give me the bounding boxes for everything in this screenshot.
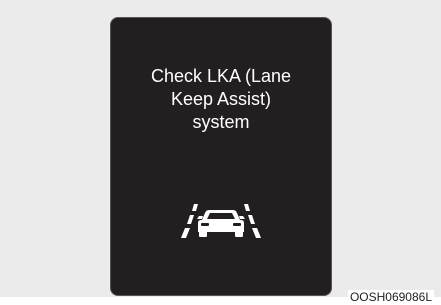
warning-message-line-1: Check LKA (Lane [150,66,292,86]
cluster-display: Check LKA (Lane Keep Assist) system [110,17,332,296]
warning-message-line-3: system [192,112,250,132]
warning-message-line-2: Keep Assist) [170,89,272,109]
image-code-label: OOSH069086L [347,290,434,304]
warning-message: Check LKA (Lane Keep Assist) system [111,65,331,134]
page: Check LKA (Lane Keep Assist) system OOSH… [0,0,441,305]
lane-keep-assist-icon [181,204,261,238]
